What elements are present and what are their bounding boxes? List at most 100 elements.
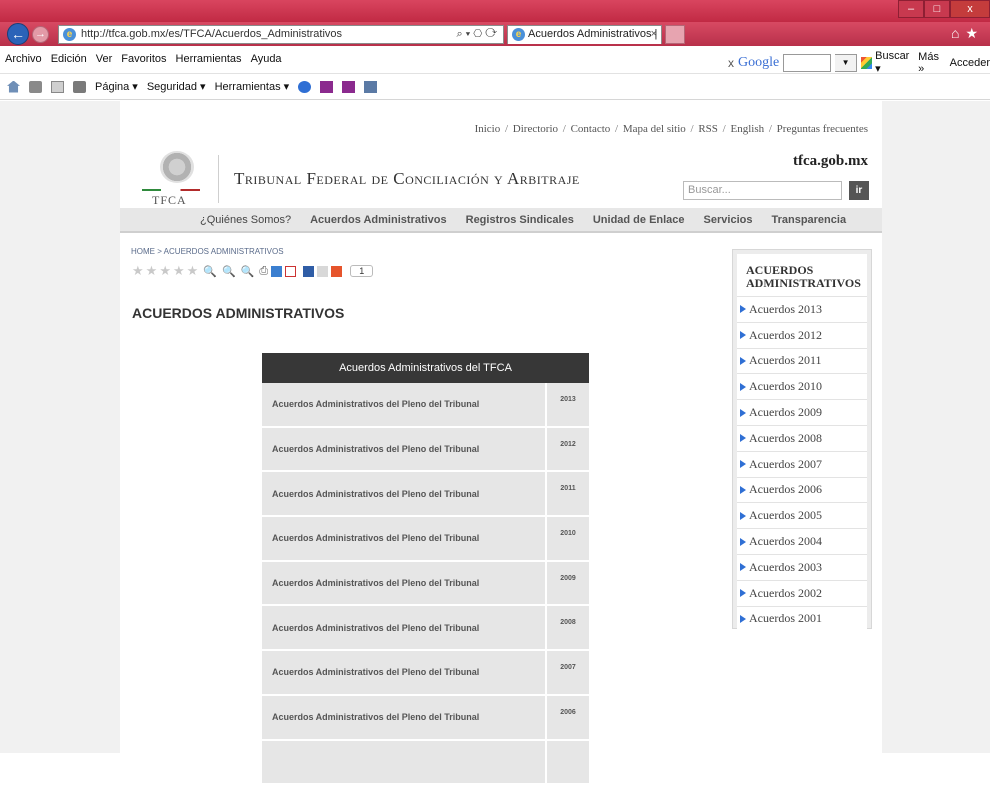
menu-ver[interactable]: Ver xyxy=(96,53,113,65)
cmd-pagina[interactable]: Página ▾ xyxy=(95,80,138,93)
home-favorites-icons[interactable]: ⌂★ xyxy=(951,25,984,42)
row-description[interactable] xyxy=(262,741,547,785)
zoom-out-icon[interactable]: 🔍 xyxy=(222,265,236,278)
star-icon[interactable]: ★ xyxy=(173,263,185,279)
row-description[interactable]: Acuerdos Administrativos del Pleno del T… xyxy=(262,651,547,696)
page-title: ACUERDOS ADMINISTRATIVOS xyxy=(132,305,344,321)
row-description[interactable]: Acuerdos Administrativos del Pleno del T… xyxy=(262,696,547,741)
minimize-icon[interactable]: – xyxy=(898,0,924,18)
onenote-icon[interactable] xyxy=(320,81,333,93)
close-window-icon[interactable]: x xyxy=(950,0,990,18)
nav-acuerdos[interactable]: Acuerdos Administrativos xyxy=(310,214,447,226)
facebook-icon[interactable] xyxy=(303,266,314,277)
research-icon[interactable] xyxy=(364,81,377,93)
top-link-preguntas[interactable]: Preguntas frecuentes xyxy=(777,123,868,135)
nav-registros[interactable]: Registros Sindicales xyxy=(466,214,574,226)
row-description[interactable]: Acuerdos Administrativos del Pleno del T… xyxy=(262,606,547,651)
top-link-inicio[interactable]: Inicio xyxy=(475,123,501,135)
top-link-directorio[interactable]: Directorio xyxy=(513,123,558,135)
google-search-input[interactable] xyxy=(783,54,831,72)
top-link-rss[interactable]: RSS xyxy=(698,123,718,135)
maximize-icon[interactable]: □ xyxy=(924,0,950,18)
menu-ayuda[interactable]: Ayuda xyxy=(251,53,282,65)
sidebar-item-label: Acuerdos 2012 xyxy=(749,328,822,343)
tab-close-icon[interactable]: × xyxy=(651,26,657,43)
addthis-plus-icon[interactable] xyxy=(331,266,342,277)
table-row[interactable]: Acuerdos Administrativos del Pleno del T… xyxy=(262,651,589,696)
nav-unidad-enlace[interactable]: Unidad de Enlace xyxy=(593,214,685,226)
table-row[interactable]: Acuerdos Administrativos del Pleno del T… xyxy=(262,472,589,517)
google-search-dropdown[interactable]: ▼ xyxy=(835,54,857,72)
star-icon[interactable]: ★ xyxy=(187,263,199,279)
home-icon[interactable] xyxy=(7,81,20,93)
row-description[interactable]: Acuerdos Administrativos del Pleno del T… xyxy=(262,517,547,562)
row-description[interactable]: Acuerdos Administrativos del Pleno del T… xyxy=(262,383,547,428)
print-icon[interactable] xyxy=(73,81,86,93)
twitter-icon[interactable] xyxy=(271,266,282,277)
sidebar-item-2013[interactable]: Acuerdos 2013 xyxy=(737,296,867,322)
menu-edicion[interactable]: Edición xyxy=(51,53,87,65)
google-buscar-button[interactable]: Buscar ▾ xyxy=(861,50,914,75)
onenote-linked-icon[interactable] xyxy=(342,81,355,93)
gmail-icon[interactable] xyxy=(285,266,296,277)
table-row[interactable]: Acuerdos Administrativos del Pleno del T… xyxy=(262,428,589,473)
table-row[interactable]: Acuerdos Administrativos del Pleno del T… xyxy=(262,383,589,428)
top-link-mapa[interactable]: Mapa del sitio xyxy=(623,123,686,135)
address-tools-icon[interactable]: ⌕ ▾ ⎔ ⟳ xyxy=(456,26,497,43)
sidebar-item-2004[interactable]: Acuerdos 2004 xyxy=(737,528,867,554)
table-row[interactable]: Acuerdos Administrativos del Pleno del T… xyxy=(262,606,589,651)
row-description[interactable]: Acuerdos Administrativos del Pleno del T… xyxy=(262,562,547,607)
sidebar-item-2006[interactable]: Acuerdos 2006 xyxy=(737,477,867,503)
sidebar-item-label: Acuerdos 2009 xyxy=(749,405,822,420)
mail-icon[interactable] xyxy=(51,81,64,93)
forward-arrow-icon[interactable]: → xyxy=(32,26,49,43)
star-icon[interactable]: ★ xyxy=(146,263,158,279)
nav-servicios[interactable]: Servicios xyxy=(704,214,753,226)
table-row[interactable] xyxy=(262,741,589,785)
table-row[interactable]: Acuerdos Administrativos del Pleno del T… xyxy=(262,696,589,741)
browser-tab[interactable]: e Acuerdos Administrativos | ... × xyxy=(507,25,662,44)
sidebar-item-2002[interactable]: Acuerdos 2002 xyxy=(737,580,867,606)
table-row[interactable]: Acuerdos Administrativos del Pleno del T… xyxy=(262,517,589,562)
table-row[interactable]: Acuerdos Administrativos del Pleno del T… xyxy=(262,562,589,607)
top-link-contacto[interactable]: Contacto xyxy=(571,123,611,135)
cmd-seguridad[interactable]: Seguridad ▾ xyxy=(147,80,206,93)
google-mas-button[interactable]: Más » xyxy=(918,51,945,75)
cmd-herramientas[interactable]: Herramientas ▾ xyxy=(215,80,290,93)
sidebar-item-2007[interactable]: Acuerdos 2007 xyxy=(737,451,867,477)
sidebar: ACUERDOS ADMINISTRATIVOS Acuerdos 2013 A… xyxy=(732,249,872,629)
row-description[interactable]: Acuerdos Administrativos del Pleno del T… xyxy=(262,428,547,473)
sidebar-item-2009[interactable]: Acuerdos 2009 xyxy=(737,399,867,425)
email-share-icon[interactable] xyxy=(317,266,328,277)
menu-herramientas[interactable]: Herramientas xyxy=(176,53,242,65)
row-description[interactable]: Acuerdos Administrativos del Pleno del T… xyxy=(262,472,547,517)
new-tab-button[interactable] xyxy=(665,25,685,44)
sidebar-item-2003[interactable]: Acuerdos 2003 xyxy=(737,554,867,580)
sidebar-item-2005[interactable]: Acuerdos 2005 xyxy=(737,502,867,528)
menu-archivo[interactable]: Archivo xyxy=(5,53,42,65)
print-page-icon[interactable]: ⎙ xyxy=(259,265,268,278)
zoom-in-icon[interactable]: 🔍 xyxy=(241,265,255,278)
nav-transparencia[interactable]: Transparencia xyxy=(771,214,846,226)
zoom-reset-icon[interactable]: 🔍 xyxy=(203,265,217,278)
feeds-icon[interactable] xyxy=(29,81,42,93)
google-toolbar-close-icon[interactable]: x xyxy=(728,56,734,70)
breadcrumb[interactable]: HOME > ACUERDOS ADMINISTRATIVOS xyxy=(131,247,284,256)
site-search-button[interactable]: ir xyxy=(849,181,869,200)
sidebar-item-2001[interactable]: Acuerdos 2001 xyxy=(737,606,867,632)
sidebar-item-2008[interactable]: Acuerdos 2008 xyxy=(737,425,867,451)
sidebar-item-2010[interactable]: Acuerdos 2010 xyxy=(737,373,867,399)
sidebar-item-2012[interactable]: Acuerdos 2012 xyxy=(737,322,867,348)
menu-favoritos[interactable]: Favoritos xyxy=(121,53,166,65)
logo-label[interactable]: TFCA xyxy=(152,193,187,208)
star-icon[interactable]: ★ xyxy=(132,263,144,279)
sidebar-item-2011[interactable]: Acuerdos 2011 xyxy=(737,348,867,374)
top-link-english[interactable]: English xyxy=(730,123,764,135)
help-icon[interactable] xyxy=(298,81,311,93)
star-icon[interactable]: ★ xyxy=(159,263,171,279)
back-arrow-icon[interactable]: ← xyxy=(7,23,29,45)
google-acceder-button[interactable]: Acceder xyxy=(950,57,990,69)
site-search-input[interactable]: Buscar... xyxy=(683,181,842,200)
nav-quienes-somos[interactable]: ¿Quiénes Somos? xyxy=(200,214,291,226)
address-bar[interactable]: e http://tfca.gob.mx/es/TFCA/Acuerdos_Ad… xyxy=(58,25,504,44)
